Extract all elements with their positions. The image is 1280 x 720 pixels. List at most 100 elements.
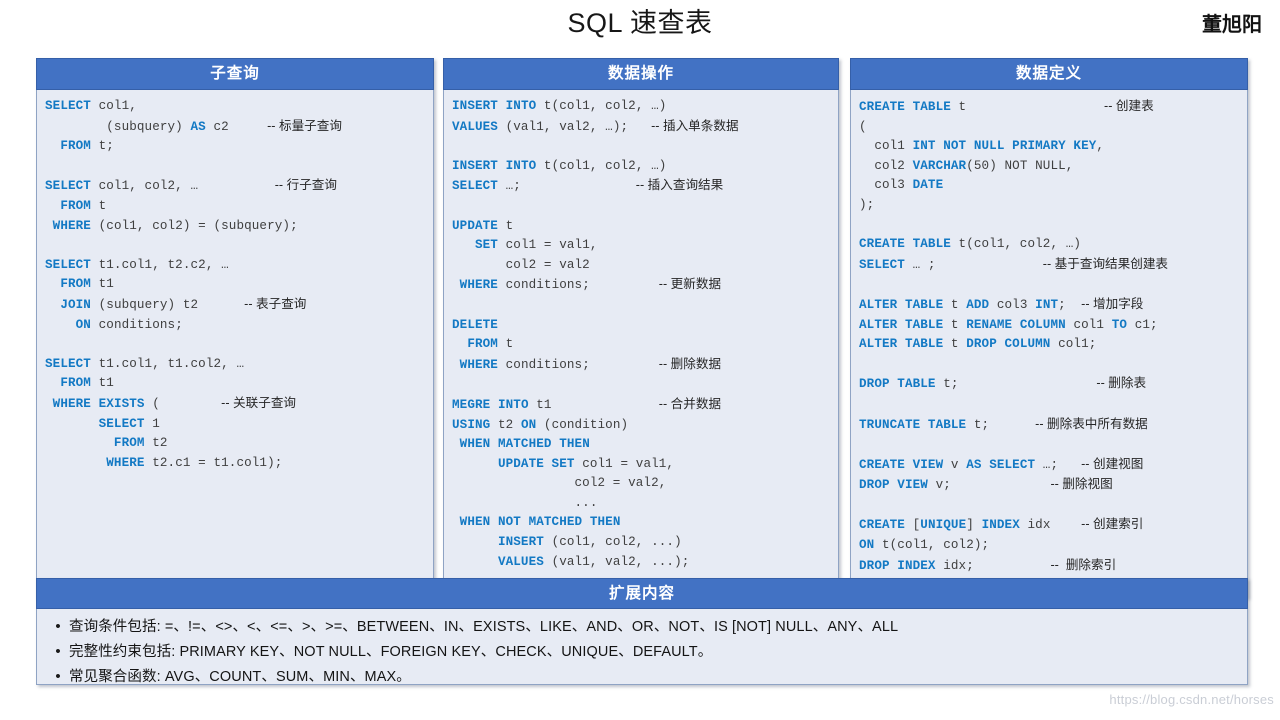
sql-text: t(col1, col2); (874, 538, 990, 553)
panel-subquery: 子查询 SELECT col1, (subquery) AS c2 -- 标量子… (36, 58, 434, 598)
sql-keyword: UPDATE (452, 218, 498, 233)
sql-text: conditions; (90, 317, 183, 332)
sql-keyword: UNIQUE (920, 518, 967, 533)
sql-text: (col1, col2) = (subquery); (90, 218, 298, 233)
page-header: SQL 速查表 董旭阳 (0, 0, 1280, 48)
sql-text: col1 = val1, (497, 238, 598, 253)
sql-comment: -- 创建索引 (1081, 517, 1144, 532)
sql-text: col2 (859, 158, 913, 173)
code-line: SELECT …; -- 插入查询结果 (452, 176, 838, 197)
code-line: VALUES (val1, val2, …); -- 插入单条数据 (452, 117, 838, 138)
panel-extra-content: 扩展内容 • 查询条件包括: =、!=、<>、<、<=、>、>=、BETWEEN、… (36, 578, 1248, 685)
sql-text: t (497, 218, 514, 233)
sql-keyword: DROP TABLE (859, 377, 936, 392)
sql-comment: -- 表子查询 (244, 296, 307, 311)
sql-keyword: CREATE VIEW (859, 457, 944, 472)
sql-keyword: SELECT (98, 416, 145, 431)
code-line: WHERE EXISTS ( -- 关联子查询 (45, 394, 433, 415)
code-line: CREATE TABLE t -- 创建表 (859, 97, 1247, 118)
sql-keyword: ALTER TABLE (859, 337, 944, 352)
code-line: ); (859, 196, 1247, 216)
sql-text: conditions; (497, 278, 659, 293)
sql-text: conditions; (497, 357, 659, 372)
sql-comment: -- 合并数据 (658, 396, 722, 411)
sql-comment: -- 增加字段 (1081, 296, 1144, 311)
sql-text: t1 (90, 376, 114, 391)
code-line: WHEN MATCHED THEN (452, 435, 838, 455)
bullet-icon: • (55, 668, 61, 685)
sql-text: (col1, col2, ...) (543, 535, 682, 550)
sql-text: t1.col1, t1.col2, … (90, 356, 245, 371)
sql-text: ... (452, 495, 598, 510)
sql-keyword: SELECT (45, 257, 91, 272)
page-title: SQL 速查表 (567, 8, 713, 38)
sql-text: (subquery) (45, 119, 191, 134)
sql-text: t (943, 337, 967, 352)
code-line: ALTER TABLE t RENAME COLUMN col1 TO c1; (859, 316, 1247, 336)
sql-keyword: VARCHAR (912, 158, 967, 173)
sql-keyword: WHERE (52, 218, 91, 233)
sql-text: t(col1, col2, …) (950, 237, 1082, 252)
code-line: col1 INT NOT NULL PRIMARY KEY, (859, 137, 1247, 157)
sql-keyword: UPDATE SET (497, 456, 575, 471)
sql-keyword: SELECT (45, 99, 91, 113)
sql-text: t (943, 317, 967, 332)
code-line: DROP INDEX idx; -- 删除索引 (859, 556, 1247, 577)
sql-keyword: DELETE (452, 317, 498, 332)
sql-keyword: CREATE (859, 518, 905, 533)
sql-text: t1 (90, 277, 114, 292)
sql-keyword: TRUNCATE TABLE (859, 417, 967, 432)
panel-data-definition-code: CREATE TABLE t -- 创建表( col1 INT NOT NULL… (850, 90, 1248, 598)
sql-keyword: DROP INDEX (859, 558, 936, 573)
sql-text: t (497, 337, 514, 352)
sql-text: …; (1035, 457, 1082, 472)
sql-text: col2 = val2, (452, 476, 667, 491)
sql-keyword: AS SELECT (966, 457, 1036, 472)
panel-subquery-code: SELECT col1, (subquery) AS c2 -- 标量子查询 F… (36, 90, 434, 598)
sql-text: (condition) (536, 417, 629, 432)
sql-keyword: WHERE (459, 278, 498, 293)
code-line: col2 = val2, (452, 474, 838, 494)
code-line: USING t2 ON (condition) (452, 416, 838, 436)
code-line: WHERE (col1, col2) = (subquery); (45, 217, 433, 237)
sql-text: ] (966, 518, 982, 533)
sql-text: ( (859, 119, 867, 134)
sql-comment: -- 更新数据 (658, 277, 722, 292)
sql-comment: -- 插入单条数据 (651, 118, 739, 133)
sql-comment: -- 删除视图 (1050, 477, 1113, 492)
sql-keyword: INSERT (452, 99, 498, 113)
sql-keyword: FROM (60, 139, 91, 154)
code-line: FROM t2 (45, 434, 433, 454)
panel-data-manipulation-title: 数据操作 (443, 58, 839, 90)
code-line: (subquery) AS c2 -- 标量子查询 (45, 117, 433, 138)
code-line: ALTER TABLE t ADD col3 INT; -- 增加字段 (859, 295, 1247, 316)
code-line: INSERT INTO t(col1, col2, …) (452, 97, 838, 117)
sql-text: [ (904, 518, 921, 533)
sql-comment: -- 基于查询结果创建表 (1042, 256, 1169, 271)
sql-text: t2 (490, 417, 521, 432)
code-line: WHERE t2.c1 = t1.col1); (45, 454, 433, 474)
code-line: ( (859, 118, 1247, 138)
code-line: SELECT 1 (45, 415, 433, 435)
sql-keyword: INSERT (452, 158, 498, 173)
sql-text: col1, (90, 99, 137, 113)
sql-keyword: ON (859, 538, 875, 553)
list-item: • 查询条件包括: =、!=、<>、<、<=、>、>=、BETWEEN、IN、EX… (37, 615, 1247, 640)
code-line: FROM t (452, 335, 838, 355)
